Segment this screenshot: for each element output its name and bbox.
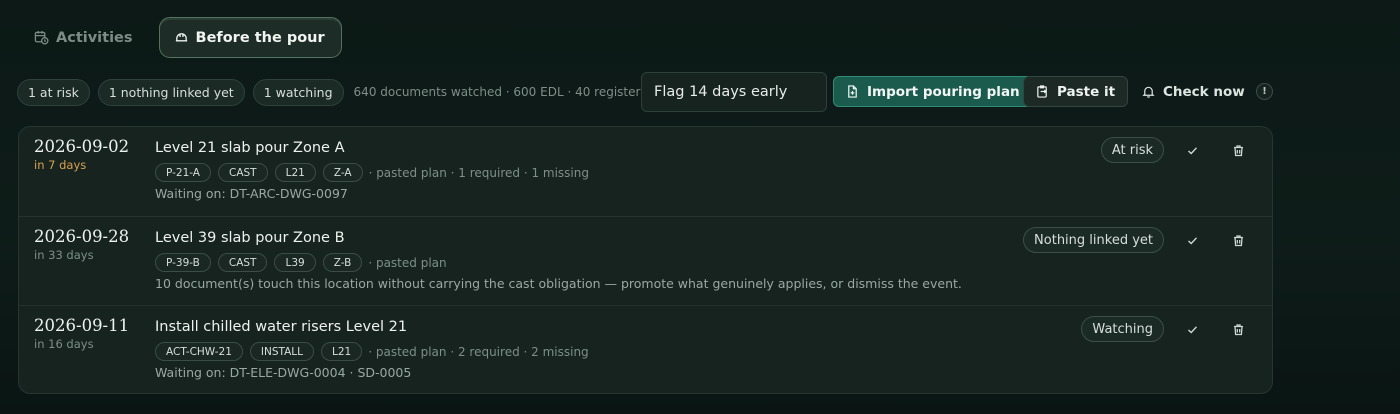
bell-icon [1142, 86, 1155, 98]
event-relative-time: in 7 days [34, 158, 87, 172]
import-pouring-plan-label: Import pouring plan [867, 83, 1020, 100]
event-row[interactable]: 2026-09-02 in 7 days Level 21 slab pour … [19, 127, 1272, 216]
event-note: 10 document(s) touch this location witho… [155, 276, 962, 291]
event-tag: L39 [274, 253, 316, 272]
tab-activities-label: Activities [56, 29, 133, 46]
flag-days-value: Flag 14 days early [654, 84, 788, 100]
event-tag: CAST [217, 253, 268, 272]
paste-it-label: Paste it [1057, 83, 1116, 100]
check-icon [1187, 325, 1197, 333]
status-badge: Nothing linked yet [1023, 227, 1164, 253]
event-tag: Z-A [322, 163, 363, 182]
event-title: Level 21 slab pour Zone A [155, 140, 345, 156]
event-relative-time: in 33 days [34, 248, 94, 262]
flag-days-select[interactable]: Flag 14 days early [641, 72, 827, 112]
event-tags: ACT-CHW-21 INSTALL L21 · pasted plan · 2… [155, 342, 589, 361]
confirm-button[interactable] [1184, 321, 1200, 337]
event-tags: P-21-A CAST L21 Z-A · pasted plan · 1 re… [155, 163, 589, 182]
trash-icon [1233, 144, 1243, 156]
toolbar: 1 at risk 1 nothing linked yet 1 watchin… [17, 72, 1277, 112]
event-meta: · pasted plan [368, 255, 447, 270]
documents-summary: 640 documents watched · 600 EDL · 40 reg… [353, 85, 641, 99]
check-icon [1187, 146, 1197, 154]
event-row[interactable]: 2026-09-28 in 33 days Level 39 slab pour… [19, 216, 1272, 305]
file-plus-icon [848, 85, 857, 98]
event-tag: CAST [218, 163, 268, 182]
check-icon [1187, 236, 1197, 244]
delete-button[interactable] [1230, 232, 1246, 248]
view-tabs: Activities Before the pour [20, 17, 342, 59]
tab-activities[interactable]: Activities [20, 17, 149, 58]
pour-events-list: 2026-09-02 in 7 days Level 21 slab pour … [18, 126, 1273, 394]
delete-button[interactable] [1230, 142, 1246, 158]
event-tag: P-39-B [155, 253, 211, 272]
hard-hat-icon [175, 33, 187, 42]
event-date: 2026-09-02 [34, 137, 130, 156]
status-badge: At risk [1100, 137, 1164, 163]
event-tag: ACT-CHW-21 [155, 342, 243, 361]
trash-icon [1233, 234, 1243, 246]
event-relative-time: in 16 days [34, 337, 94, 351]
event-meta: · pasted plan · 1 required · 1 missing [368, 165, 589, 180]
nothing-linked-filter-pill[interactable]: 1 nothing linked yet [97, 78, 245, 106]
tab-before-the-pour-label: Before the pour [195, 29, 325, 46]
check-now-button[interactable]: Check now [1129, 76, 1258, 107]
event-row[interactable]: 2026-09-11 in 16 days Install chilled wa… [19, 305, 1272, 393]
check-now-label: Check now [1163, 83, 1245, 100]
event-meta: · pasted plan · 2 required · 2 missing [368, 344, 589, 359]
watching-filter-pill[interactable]: 1 watching [252, 78, 344, 106]
event-title: Level 39 slab pour Zone B [155, 230, 345, 246]
calendar-clock-icon [34, 30, 49, 45]
event-date: 2026-09-11 [34, 316, 130, 335]
paste-it-button[interactable]: Paste it [1023, 76, 1129, 107]
confirm-button[interactable] [1184, 232, 1200, 248]
trash-icon [1233, 323, 1243, 335]
tab-before-the-pour[interactable]: Before the pour [158, 17, 342, 58]
info-icon[interactable]: ! [1256, 83, 1273, 100]
status-badge: Watching [1081, 316, 1164, 342]
event-title: Install chilled water risers Level 21 [155, 319, 408, 335]
confirm-button[interactable] [1184, 142, 1200, 158]
event-tag: Z-B [322, 253, 363, 272]
event-note: Waiting on: DT-ELE-DWG-0004 · SD-0005 [155, 365, 412, 380]
at-risk-filter-pill[interactable]: 1 at risk [17, 78, 90, 106]
event-tag: L21 [321, 342, 363, 361]
event-note: Waiting on: DT-ARC-DWG-0097 [155, 186, 348, 201]
event-tags: P-39-B CAST L39 Z-B · pasted plan [155, 253, 447, 272]
event-tag: INSTALL [249, 342, 315, 361]
delete-button[interactable] [1230, 321, 1246, 337]
event-tag: L21 [274, 163, 316, 182]
event-date: 2026-09-28 [34, 227, 130, 246]
import-pouring-plan-button[interactable]: Import pouring plan [833, 76, 1033, 107]
event-tag: P-21-A [155, 163, 211, 182]
clipboard-paste-icon [1037, 85, 1047, 98]
